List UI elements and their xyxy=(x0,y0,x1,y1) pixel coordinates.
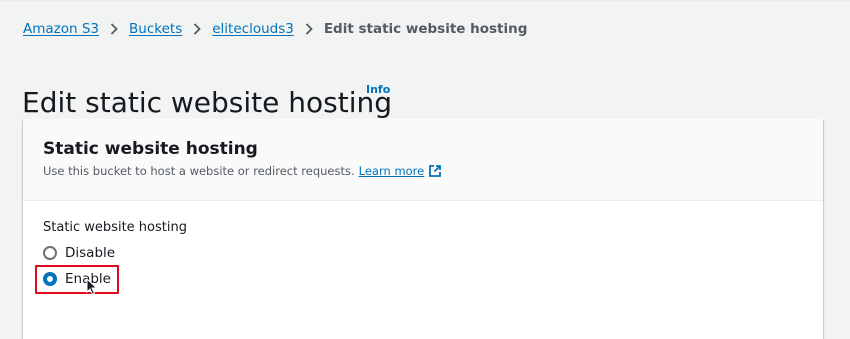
breadcrumb-bucket-name[interactable]: eliteclouds3 xyxy=(212,21,294,37)
disable-radio[interactable] xyxy=(43,246,57,260)
top-border xyxy=(0,0,850,1)
learn-more-link[interactable]: Learn more xyxy=(359,164,425,178)
panel-description: Use this bucket to host a website or red… xyxy=(43,164,442,178)
mouse-pointer-icon xyxy=(86,277,98,300)
disable-radio-option[interactable]: Disable xyxy=(43,245,115,261)
breadcrumb-amazon-s3[interactable]: Amazon S3 xyxy=(23,21,99,37)
static-website-hosting-panel: Static website hosting Use this bucket t… xyxy=(23,119,823,339)
chevron-right-icon xyxy=(294,23,324,35)
breadcrumb: Amazon S3 Buckets eliteclouds3 Edit stat… xyxy=(23,19,527,39)
panel-description-text: Use this bucket to host a website or red… xyxy=(43,164,355,178)
chevron-right-icon xyxy=(99,23,129,35)
chevron-right-icon xyxy=(182,23,212,35)
panel-title: Static website hosting xyxy=(43,139,258,159)
page-title: Edit static website hosting xyxy=(22,85,393,119)
panel-header: Static website hosting Use this bucket t… xyxy=(23,119,823,201)
hosting-field-label: Static website hosting xyxy=(43,220,187,235)
disable-radio-label: Disable xyxy=(65,245,116,261)
info-link[interactable]: Info xyxy=(366,83,390,96)
external-link-icon[interactable] xyxy=(428,164,442,178)
breadcrumb-buckets[interactable]: Buckets xyxy=(129,21,182,37)
enable-highlight-box xyxy=(35,265,119,294)
breadcrumb-current: Edit static website hosting xyxy=(323,21,528,37)
